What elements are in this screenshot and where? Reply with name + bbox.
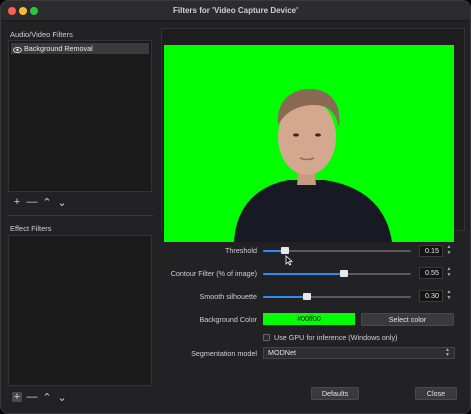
person-silhouette-image <box>234 89 392 242</box>
audio-video-filters-label: Audio/Video Filters <box>10 30 73 39</box>
window-title: Filters for 'Video Capture Device' <box>172 6 299 15</box>
contour-filter-slider[interactable] <box>263 270 411 277</box>
filter-item-background-removal[interactable]: Background Removal <box>11 43 149 54</box>
smooth-silhouette-stepper[interactable]: ▲ ▼ <box>445 289 453 302</box>
filter-item-label: Background Removal <box>24 44 93 53</box>
audio-video-filters-list[interactable]: Background Removal <box>8 40 152 192</box>
remove-filter-button[interactable]: — <box>27 196 38 208</box>
move-up-button[interactable]: ⌃ <box>42 392 52 404</box>
threshold-label: Threshold <box>225 246 257 255</box>
section-divider <box>7 215 153 216</box>
segmentation-model-label: Segmentation model <box>191 349 257 358</box>
smooth-silhouette-value-field[interactable]: 0.30 <box>419 290 443 302</box>
contour-filter-label: Contour Filter (% of image) <box>170 269 257 278</box>
move-down-button[interactable]: ⌄ <box>57 197 67 209</box>
filters-window: Filters for 'Video Capture Device' Audio… <box>0 0 471 414</box>
threshold-value-field[interactable]: 0.15 <box>419 245 443 257</box>
add-effect-button[interactable]: + <box>12 391 22 403</box>
segmentation-model-value: MODNet <box>268 348 296 357</box>
slider-fill <box>263 273 345 275</box>
close-button[interactable]: Close <box>415 387 457 400</box>
eye-icon[interactable] <box>13 46 22 53</box>
use-gpu-label: Use GPU for inference (Windows only) <box>274 333 398 342</box>
background-color-swatch[interactable]: #00ff00 <box>263 313 355 325</box>
title-bar: Filters for 'Video Capture Device' <box>1 1 470 21</box>
effect-filters-list[interactable] <box>8 235 152 386</box>
audio-video-filters-toolbar: + — ⌃ ⌄ <box>12 196 67 209</box>
move-down-button[interactable]: ⌄ <box>57 392 67 404</box>
effect-filters-label: Effect Filters <box>10 224 52 233</box>
contour-filter-value-field[interactable]: 0.55 <box>419 267 443 279</box>
segmentation-model-select[interactable]: MODNet ▲ ▼ <box>263 347 455 359</box>
background-color-label: Background Color <box>199 315 257 324</box>
threshold-slider[interactable] <box>263 247 411 254</box>
video-preview <box>161 28 465 242</box>
chevron-up-down-icon: ▲ ▼ <box>445 347 450 358</box>
add-filter-button[interactable]: + <box>12 196 22 208</box>
threshold-stepper[interactable]: ▲ ▼ <box>445 244 453 257</box>
slider-fill <box>263 296 308 298</box>
slider-handle[interactable] <box>281 247 290 254</box>
green-screen-preview <box>164 45 454 242</box>
defaults-button[interactable]: Defaults <box>311 387 359 400</box>
slider-handle[interactable] <box>340 270 349 277</box>
contour-filter-stepper[interactable]: ▲ ▼ <box>445 266 453 279</box>
effect-filters-toolbar: + — ⌃ ⌄ <box>12 391 67 404</box>
remove-effect-button[interactable]: — <box>27 391 38 403</box>
select-color-button[interactable]: Select color <box>361 313 454 326</box>
slider-handle[interactable] <box>303 293 312 300</box>
move-up-button[interactable]: ⌃ <box>42 197 52 209</box>
smooth-silhouette-label: Smooth silhouette <box>199 292 257 301</box>
use-gpu-checkbox[interactable] <box>263 334 270 341</box>
mouse-cursor-icon <box>285 255 293 266</box>
smooth-silhouette-slider[interactable] <box>263 293 411 300</box>
use-gpu-row[interactable]: Use GPU for inference (Windows only) <box>263 333 397 342</box>
